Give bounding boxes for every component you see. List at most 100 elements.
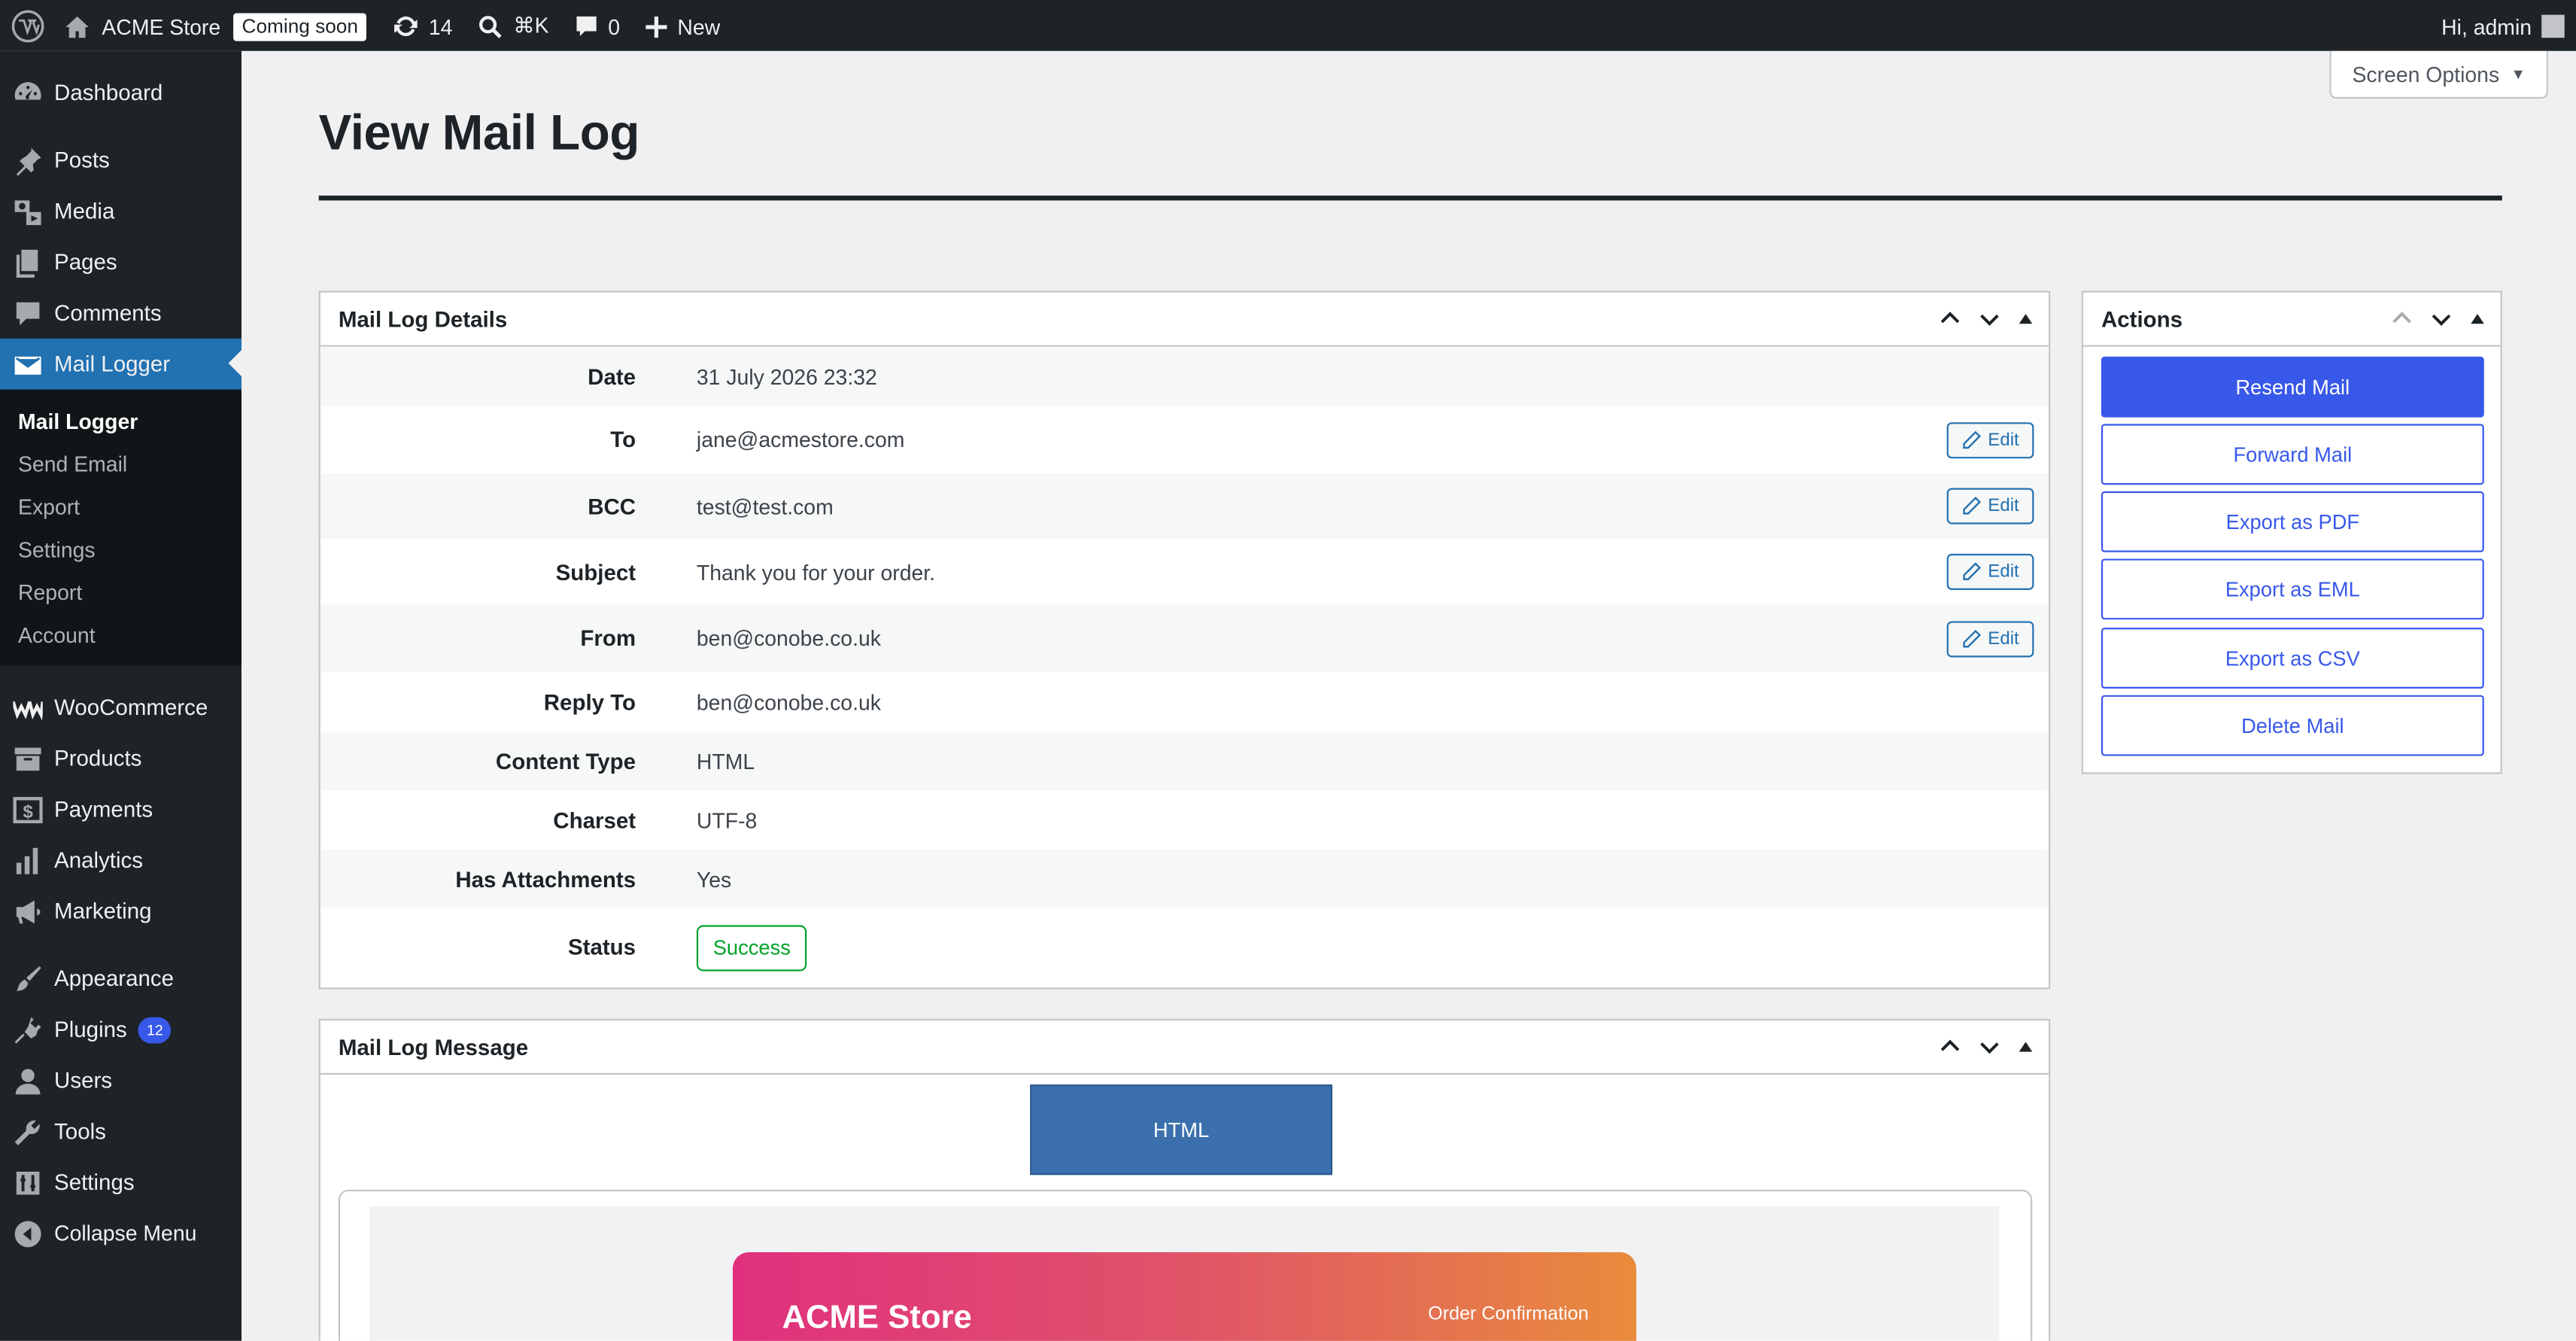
- collapse-menu-button[interactable]: Collapse Menu: [0, 1208, 242, 1259]
- postbox-title: Mail Log Message: [338, 1034, 529, 1060]
- row-value: 31 July 2026 23:32: [696, 363, 877, 389]
- postbox-title: Mail Log Details: [338, 306, 508, 332]
- edit-label: Edit: [1988, 628, 2019, 649]
- envelope-icon: [13, 349, 42, 379]
- move-up-icon[interactable]: [1937, 306, 1964, 332]
- detail-row-from: From ben@conobe.co.uk Edit: [320, 604, 2049, 673]
- wordpress-logo-icon[interactable]: [0, 1, 57, 52]
- home-icon: [65, 15, 89, 38]
- my-account[interactable]: Hi, admin: [2441, 14, 2576, 38]
- sidebar-item-woocommerce[interactable]: WooCommerce: [0, 682, 242, 733]
- sidebar-label: Dashboard: [54, 81, 163, 105]
- detail-row-reply-to: Reply To ben@conobe.co.uk: [320, 672, 2049, 731]
- email-brand: ACME Store: [782, 1300, 972, 1336]
- row-label: From: [580, 625, 636, 651]
- sidebar-item-media[interactable]: Media: [0, 186, 242, 237]
- row-label: Reply To: [543, 689, 636, 714]
- move-down-icon[interactable]: [1976, 1034, 2003, 1060]
- sidebar-item-appearance[interactable]: Appearance: [0, 953, 242, 1005]
- payments-icon: $: [13, 795, 43, 824]
- submenu-item-send-email[interactable]: Send Email: [0, 444, 242, 487]
- admin-sidebar: Dashboard Posts Media Pages Comments Mai…: [0, 50, 242, 1341]
- comments-count: 0: [608, 14, 621, 39]
- toggle-panel-icon[interactable]: [2019, 314, 2033, 324]
- detail-row-charset: Charset UTF-8: [320, 790, 2049, 850]
- sidebar-item-pages[interactable]: Pages: [0, 236, 242, 287]
- export-pdf-button[interactable]: Export as PDF: [2101, 491, 2484, 552]
- row-label: Content Type: [495, 748, 636, 774]
- submenu-item-report[interactable]: Report: [0, 572, 242, 615]
- settings-sliders-icon: [13, 1168, 42, 1197]
- screen-options-label: Screen Options: [2352, 61, 2500, 87]
- edit-subject-button[interactable]: Edit: [1946, 553, 2034, 590]
- detail-row-to: To jane@acmestore.com Edit: [320, 406, 2049, 473]
- move-down-icon[interactable]: [1976, 306, 2003, 332]
- updates-icon: [394, 16, 418, 37]
- sidebar-item-analytics[interactable]: Analytics: [0, 835, 242, 886]
- sidebar-label: Plugins: [54, 1017, 127, 1042]
- sidebar-item-posts[interactable]: Posts: [0, 135, 242, 186]
- resend-mail-button[interactable]: Resend Mail: [2101, 356, 2484, 418]
- coming-soon-badge[interactable]: Coming soon: [233, 12, 366, 41]
- row-value: UTF-8: [696, 807, 758, 833]
- sidebar-label: Pages: [54, 249, 117, 275]
- sidebar-label: Collapse Menu: [54, 1221, 197, 1246]
- sidebar-label: Posts: [54, 147, 110, 173]
- avatar: [2541, 14, 2565, 38]
- forward-mail-button[interactable]: Forward Mail: [2101, 424, 2484, 485]
- actions-box: Actions Resend Mail Forward Mail Export …: [2081, 290, 2502, 774]
- screen-options-button[interactable]: Screen Options ▼: [2329, 50, 2548, 99]
- export-eml-button[interactable]: Export as EML: [2101, 558, 2484, 620]
- new-content-link[interactable]: New: [633, 1, 733, 52]
- sidebar-item-settings[interactable]: Settings: [0, 1157, 242, 1208]
- sidebar-item-products[interactable]: Products: [0, 733, 242, 784]
- sidebar-item-plugins[interactable]: Plugins 12: [0, 1004, 242, 1055]
- submenu-item-mail-logger[interactable]: Mail Logger: [0, 401, 242, 444]
- row-value: ben@conobe.co.uk: [696, 689, 881, 714]
- sidebar-item-mail-logger[interactable]: Mail Logger: [0, 338, 242, 390]
- email-header-banner: ACME Store Order Confirmation: [732, 1251, 1636, 1341]
- export-csv-button[interactable]: Export as CSV: [2101, 628, 2484, 689]
- site-name-link[interactable]: ACME Store Coming soon: [57, 1, 379, 52]
- row-value: Yes: [696, 866, 732, 892]
- postbox-header: Mail Log Details: [320, 293, 2049, 347]
- submenu-item-account[interactable]: Account: [0, 615, 242, 658]
- comments-link[interactable]: 0: [562, 1, 633, 52]
- row-label: Has Attachments: [455, 866, 636, 892]
- row-label: Subject: [555, 559, 636, 585]
- detail-row-has-attachments: Has Attachments Yes: [320, 849, 2049, 909]
- edit-bcc-button[interactable]: Edit: [1946, 488, 2034, 525]
- sidebar-label: Tools: [54, 1119, 106, 1144]
- submenu-item-settings[interactable]: Settings: [0, 529, 242, 572]
- pencil-icon: [1963, 430, 1982, 449]
- move-up-icon[interactable]: [2389, 306, 2415, 332]
- updates-link[interactable]: 14: [379, 1, 466, 52]
- sidebar-item-users[interactable]: Users: [0, 1055, 242, 1106]
- sidebar-item-payments[interactable]: $ Payments: [0, 784, 242, 835]
- edit-to-button[interactable]: Edit: [1946, 421, 2034, 458]
- email-subtitle: Order Confirmation: [1428, 1304, 1589, 1325]
- sidebar-label: Comments: [54, 300, 162, 326]
- postbox-title: Actions: [2101, 306, 2183, 332]
- move-up-icon[interactable]: [1937, 1034, 1964, 1060]
- sidebar-item-comments[interactable]: Comments: [0, 287, 242, 339]
- sidebar-label: Analytics: [54, 847, 144, 873]
- row-label: BCC: [588, 494, 636, 518]
- dashboard-icon: [13, 78, 42, 108]
- toggle-panel-icon[interactable]: [2019, 1041, 2033, 1052]
- toggle-panel-icon[interactable]: [2471, 314, 2484, 324]
- mail-log-details-box: Mail Log Details Date 31 July 2026 23:32…: [318, 290, 2051, 990]
- sidebar-item-tools[interactable]: Tools: [0, 1106, 242, 1157]
- command-search[interactable]: ⌘K: [466, 1, 562, 52]
- sidebar-label: Appearance: [54, 966, 175, 991]
- edit-from-button[interactable]: Edit: [1946, 620, 2034, 657]
- html-view-tab[interactable]: HTML: [1030, 1084, 1332, 1175]
- delete-mail-button[interactable]: Delete Mail: [2101, 695, 2484, 756]
- submenu-item-export[interactable]: Export: [0, 486, 242, 529]
- archive-icon: [13, 743, 42, 773]
- sidebar-item-dashboard[interactable]: Dashboard: [0, 68, 242, 119]
- sidebar-item-marketing[interactable]: Marketing: [0, 886, 242, 937]
- move-down-icon[interactable]: [2429, 306, 2455, 332]
- sidebar-label: Payments: [54, 797, 153, 822]
- search-shortcut: ⌘K: [513, 13, 549, 38]
